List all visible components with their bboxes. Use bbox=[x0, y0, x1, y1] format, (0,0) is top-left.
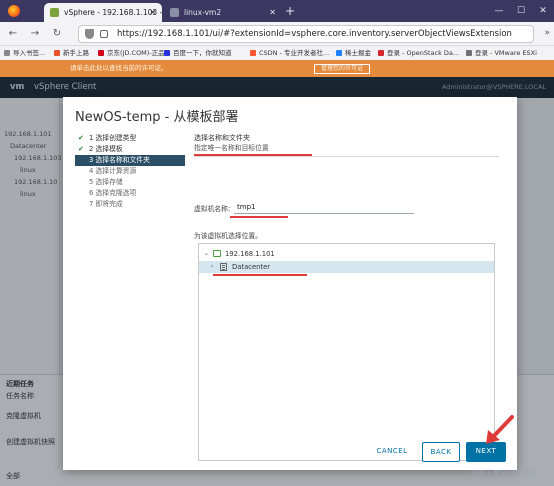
csdn-icon bbox=[250, 50, 256, 56]
tracking-shield-icon[interactable] bbox=[85, 29, 94, 39]
bookmark-item[interactable]: 稀土掘金 bbox=[336, 46, 371, 60]
dialog-title: NewOS-temp - 从模板部署 bbox=[75, 110, 239, 125]
section-divider bbox=[194, 156, 499, 157]
watermark: @稀土掘金技术社区 bbox=[470, 469, 538, 478]
vsphere-favicon-icon bbox=[50, 8, 59, 17]
license-notice-banner: 请单击此处以查找当前的许可证。 管理您的许可证 bbox=[0, 60, 554, 77]
vm-name-label: 虚拟机名称: bbox=[194, 205, 231, 213]
wizard-step-3[interactable]: 3 选择名称和文件夹 bbox=[75, 155, 185, 166]
browser-tab-vsphere[interactable]: vSphere - 192.168.1.103 - 跳 ✕ bbox=[44, 3, 162, 22]
window-close-icon[interactable]: ✕ bbox=[532, 0, 554, 22]
back-button[interactable]: BACK bbox=[422, 442, 460, 462]
wizard-step-2[interactable]: ✔ 2 选择模板 bbox=[75, 144, 185, 155]
cancel-button[interactable]: CANCEL bbox=[369, 442, 415, 462]
tab-close-icon[interactable]: ✕ bbox=[149, 3, 156, 22]
maximize-icon[interactable]: ☐ bbox=[510, 0, 532, 22]
wizard-step-4: 4 选择计算资源 bbox=[89, 167, 137, 175]
bookmark-item[interactable]: 登录 - OpenStack Da... bbox=[378, 46, 459, 60]
deploy-from-template-dialog: NewOS-temp - 从模板部署 ✔ 1 选择创建类型 ✔ 2 选择模板 3 选… bbox=[63, 97, 517, 470]
wizard-step-6: 6 选择克隆选项 bbox=[89, 189, 137, 197]
jd-icon bbox=[98, 50, 104, 56]
check-icon: ✔ bbox=[78, 145, 84, 153]
bookmark-item[interactable]: CSDN - 专业开发者社... bbox=[250, 46, 329, 60]
vm-name-input[interactable] bbox=[234, 201, 414, 214]
minimize-icon[interactable]: — bbox=[488, 0, 510, 22]
url-text: https://192.168.1.101/ui/#?extensionId=v… bbox=[117, 29, 512, 39]
bookmark-item[interactable]: 新手上路 bbox=[54, 46, 89, 60]
bookmark-item[interactable]: 京东(JD.COM)-正品... bbox=[98, 46, 171, 60]
baidu-icon bbox=[164, 50, 170, 56]
check-icon: ✔ bbox=[78, 134, 84, 142]
wizard-step-7: 7 即将完成 bbox=[89, 200, 123, 208]
back-arrow-icon[interactable]: ← bbox=[6, 27, 20, 41]
annotation-underline bbox=[194, 154, 312, 156]
annotation-arrow-icon bbox=[486, 415, 514, 444]
wizard-step-1[interactable]: ✔ 1 选择创建类型 bbox=[75, 133, 185, 144]
tab-close-icon[interactable]: ✕ bbox=[269, 3, 276, 22]
tree-node-datacenter[interactable]: › Datacenter bbox=[199, 261, 494, 273]
window-controls: — ☐ ✕ bbox=[488, 0, 554, 22]
chevron-down-icon[interactable]: ⌄ bbox=[204, 248, 209, 260]
openstack-icon bbox=[378, 50, 384, 56]
overflow-chevron-icon[interactable]: » bbox=[544, 28, 550, 38]
bookmark-item[interactable]: 登录 - VMware ESXi bbox=[466, 46, 537, 60]
forward-arrow-icon[interactable]: → bbox=[28, 27, 42, 41]
bookmark-item[interactable]: 导入书签... bbox=[4, 46, 45, 60]
section-subheading: 指定唯一名称和目标位置 bbox=[194, 144, 269, 152]
annotation-underline bbox=[213, 274, 307, 276]
annotation-underline bbox=[230, 216, 288, 218]
tree-node-host[interactable]: ⌄ 192.168.1.101 bbox=[199, 248, 494, 260]
tab-favicon-icon bbox=[170, 8, 179, 17]
chevron-right-icon[interactable]: › bbox=[211, 261, 213, 273]
vm-name-row: 虚拟机名称: bbox=[194, 201, 499, 218]
bookmark-item[interactable]: 百度一下，你就知道 bbox=[164, 46, 232, 60]
tree-node-label: 192.168.1.101 bbox=[225, 250, 275, 258]
section-heading: 选择名称和文件夹 bbox=[194, 134, 250, 142]
datacenter-icon bbox=[220, 263, 227, 271]
lock-icon[interactable] bbox=[100, 30, 108, 38]
firefox-logo-icon[interactable] bbox=[8, 5, 20, 17]
manage-license-button[interactable]: 管理您的许可证 bbox=[314, 64, 371, 74]
reload-icon[interactable]: ↻ bbox=[50, 27, 64, 41]
license-notice-text: 请单击此处以查找当前的许可证。 bbox=[70, 64, 168, 72]
bookmark-icon bbox=[54, 50, 60, 56]
wizard-steps: ✔ 1 选择创建类型 ✔ 2 选择模板 3 选择名称和文件夹 4 选择计算资源 5 … bbox=[75, 133, 185, 210]
wizard-step-5: 5 选择存储 bbox=[89, 178, 123, 186]
tab-title: linux-vm2 bbox=[184, 8, 222, 17]
bookmark-icon bbox=[4, 50, 10, 56]
browser-titlebar: vSphere - 192.168.1.103 - 跳 ✕ linux-vm2 … bbox=[0, 0, 554, 22]
host-icon bbox=[213, 250, 221, 257]
bookmarks-toolbar: 导入书签... 新手上路 京东(JD.COM)-正品... 百度一下，你就知道 … bbox=[0, 46, 554, 60]
vmware-icon bbox=[466, 50, 472, 56]
juejin-icon bbox=[336, 50, 342, 56]
browser-tab-linux-vm2[interactable]: linux-vm2 ✕ bbox=[164, 3, 282, 22]
tree-node-label: Datacenter bbox=[232, 263, 271, 271]
location-label: 为该虚拟机选择位置。 bbox=[194, 232, 262, 240]
new-tab-icon[interactable]: + bbox=[285, 3, 295, 19]
location-tree: ⌄ 192.168.1.101 › Datacenter bbox=[198, 243, 495, 461]
browser-navbar: ← → ↻ https://192.168.1.101/ui/#?extensi… bbox=[0, 22, 554, 46]
address-bar[interactable]: https://192.168.1.101/ui/#?extensionId=v… bbox=[78, 25, 534, 43]
wizard-content: 选择名称和文件夹 指定唯一名称和目标位置 虚拟机名称: 为该虚拟机选择位置。 ⌄… bbox=[194, 133, 499, 461]
tab-title: vSphere - 192.168.1.103 - 跳 bbox=[64, 8, 162, 17]
